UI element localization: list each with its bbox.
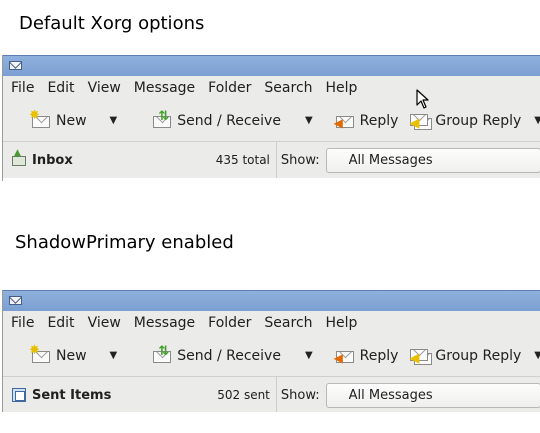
group-reply-dropdown-arrow-icon[interactable]: ▼: [534, 350, 540, 361]
send-receive-dropdown-arrow-icon[interactable]: ▼: [305, 350, 313, 361]
menubar: File Edit View Message Folder Search Hel…: [3, 311, 540, 335]
heading-default-xorg: Default Xorg options: [19, 13, 205, 34]
window-titlebar[interactable]: [3, 55, 540, 76]
filter-value: All Messages: [348, 153, 433, 168]
group-reply-icon: ◀: [409, 347, 433, 365]
sent-items-icon: [11, 388, 27, 402]
send-receive-dropdown-arrow-icon[interactable]: ▼: [305, 115, 313, 126]
toolbar: ✸ New ▼ ⇅ Send / Receive ▼ ◀ Reply ◀ Gro…: [3, 335, 540, 377]
reply-icon: ◀: [334, 347, 355, 364]
current-folder: Sent Items 502 sent: [3, 377, 277, 412]
group-reply-button[interactable]: ◀ Group Reply: [409, 112, 521, 130]
send-receive-button[interactable]: ⇅ Send / Receive: [152, 110, 281, 129]
reply-icon: ◀: [334, 112, 355, 129]
envelope-icon: [9, 61, 22, 70]
show-label: Show:: [280, 152, 320, 168]
filter-value: All Messages: [348, 388, 433, 403]
menu-folder[interactable]: Folder: [208, 315, 251, 331]
new-button[interactable]: ✸ New: [29, 344, 87, 364]
reply-button[interactable]: ◀ Reply: [334, 347, 399, 365]
reply-button[interactable]: ◀ Reply: [334, 112, 399, 130]
menu-file[interactable]: File: [11, 80, 34, 96]
menu-message[interactable]: Message: [134, 315, 195, 331]
send-receive-icon: ⇅: [152, 345, 172, 364]
new-message-icon: ✸: [29, 109, 51, 129]
folder-count: 502 sent: [217, 388, 270, 402]
menu-help[interactable]: Help: [326, 80, 358, 96]
group-reply-button[interactable]: ◀ Group Reply: [409, 347, 521, 365]
menu-view[interactable]: View: [88, 315, 121, 331]
window-titlebar[interactable]: [3, 290, 540, 311]
show-label: Show:: [280, 387, 320, 403]
window-screenshot-shadowprimary: File Edit View Message Folder Search Hel…: [2, 290, 540, 412]
menu-help[interactable]: Help: [326, 315, 358, 331]
folder-name: Inbox: [32, 152, 73, 168]
current-folder: Inbox 435 total: [3, 142, 277, 178]
message-filter-select[interactable]: All Messages: [325, 383, 540, 408]
inbox-icon: [11, 148, 27, 167]
heading-shadowprimary: ShadowPrimary enabled: [15, 232, 234, 253]
menu-view[interactable]: View: [88, 80, 121, 96]
group-reply-dropdown-arrow-icon[interactable]: ▼: [534, 115, 540, 126]
send-receive-icon: ⇅: [152, 110, 172, 129]
group-reply-icon: ◀: [409, 112, 433, 130]
menu-search[interactable]: Search: [264, 80, 312, 96]
new-dropdown-arrow-icon[interactable]: ▼: [110, 115, 118, 126]
send-receive-button[interactable]: ⇅ Send / Receive: [152, 345, 281, 364]
mouse-pointer-icon: [416, 89, 429, 109]
window-screenshot-default: File Edit View Message Folder Search Hel…: [2, 55, 540, 181]
folder-name: Sent Items: [32, 387, 112, 403]
menubar: File Edit View Message Folder Search Hel…: [3, 76, 540, 100]
message-filter-select[interactable]: All Messages: [325, 148, 540, 173]
new-button[interactable]: ✸ New: [29, 109, 87, 129]
menu-edit[interactable]: Edit: [47, 315, 74, 331]
new-message-icon: ✸: [29, 344, 51, 364]
folder-count: 435 total: [215, 153, 270, 167]
menu-search[interactable]: Search: [264, 315, 312, 331]
envelope-icon: [9, 296, 22, 305]
new-dropdown-arrow-icon[interactable]: ▼: [110, 350, 118, 361]
menu-file[interactable]: File: [11, 315, 34, 331]
menu-message[interactable]: Message: [134, 80, 195, 96]
menu-folder[interactable]: Folder: [208, 80, 251, 96]
menu-edit[interactable]: Edit: [47, 80, 74, 96]
toolbar: ✸ New ▼ ⇅ Send / Receive ▼ ◀ Reply ◀ Gro…: [3, 100, 540, 142]
